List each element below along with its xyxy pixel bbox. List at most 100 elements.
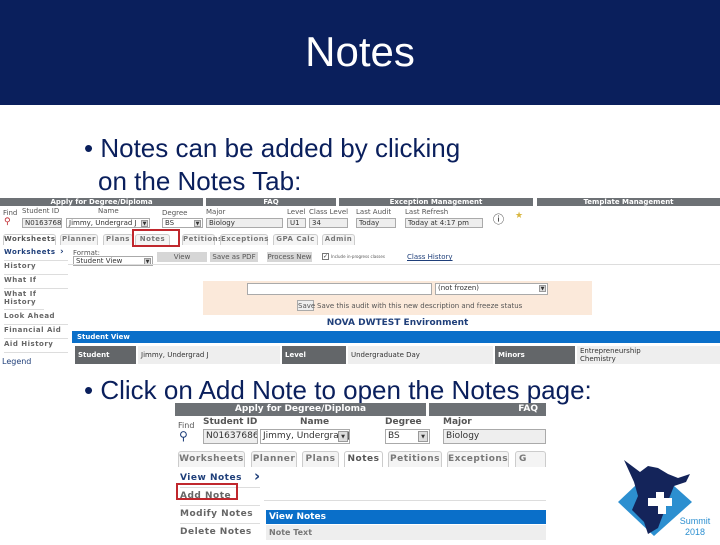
freeze-value: (not frozen) (438, 284, 480, 292)
student-id-input[interactable]: N01637686 (22, 218, 62, 228)
include-label: Include in-progress classes (331, 254, 385, 259)
logo-text-year: 2018 (684, 527, 706, 537)
tab-plans[interactable]: Plans (302, 451, 339, 467)
chevron-down-icon: ▼ (194, 220, 201, 227)
level-label: Level (287, 208, 306, 216)
student-view-bar: Student View (72, 331, 720, 343)
last-audit-field: Today (356, 218, 396, 228)
add-note-highlight (176, 483, 238, 500)
exception-management-bar[interactable]: Exception Management (339, 198, 533, 206)
template-management-bar[interactable]: Template Management (537, 198, 720, 206)
last-refresh-field: Today at 4:17 pm (405, 218, 483, 228)
name-label: Name (98, 207, 119, 215)
faq-bar[interactable]: FAQ (429, 403, 546, 416)
tab-exceptions[interactable]: Exceptions (220, 234, 268, 245)
level-field: U1 (287, 218, 306, 228)
tab-worksheets[interactable]: Worksheets (3, 234, 56, 245)
bullet-1-line-2: on the Notes Tab: (98, 166, 302, 196)
nav-financial-aid[interactable]: Financial Aid (4, 326, 68, 339)
tab-notes[interactable]: Notes (344, 451, 383, 467)
audit-description-input[interactable] (247, 283, 432, 295)
bullet-2: • Click on Add Note to open the Notes pa… (84, 375, 592, 405)
degree-value: BS (388, 431, 400, 441)
student-id-label: Student ID (22, 207, 60, 215)
view-notes-bar: View Notes (266, 510, 546, 524)
major-field: Biology (443, 429, 546, 444)
class-level-field: 34 (309, 218, 348, 228)
tab-admin[interactable]: Admin (322, 234, 355, 245)
name-select[interactable]: Jimmy, Undergrad J ▼ (66, 218, 150, 228)
tab-planner[interactable]: Planner (251, 451, 297, 467)
summit-2018-logo: Summit 2018 (618, 456, 718, 540)
tab-petitions[interactable]: Petitions (182, 234, 222, 245)
find-icon[interactable]: ⚲ (4, 217, 11, 227)
apply-degree-bar[interactable]: Apply for Degree/Diploma (175, 403, 426, 416)
degree-label: Degree (162, 209, 188, 217)
degree-select[interactable]: BS ▼ (385, 429, 430, 444)
find-label: Find (3, 209, 18, 217)
tab-gpa-calc[interactable]: GPA Calc (273, 234, 318, 245)
major-label: Major (206, 208, 226, 216)
degree-value: BS (165, 219, 175, 227)
save-as-pdf-button[interactable]: Save as PDF (210, 252, 258, 262)
process-new-button[interactable]: Process New (267, 252, 312, 262)
chevron-down-icon: ▼ (418, 431, 428, 442)
student-id-input[interactable]: N01637686 (203, 429, 258, 444)
tab-petitions[interactable]: Petitions (388, 451, 442, 467)
minor-1: Entrepreneurship (580, 347, 641, 355)
nav-worksheets[interactable]: Worksheets (4, 248, 68, 261)
find-icon[interactable]: ⚲ (179, 429, 188, 443)
level-value: Undergraduate Day (348, 346, 493, 364)
slide-title: Notes (305, 28, 415, 75)
legend-link[interactable]: Legend (2, 357, 31, 367)
student-id-label: Student ID (203, 417, 258, 427)
chevron-right-icon: › (254, 467, 261, 485)
minors-header: Minors (495, 346, 575, 364)
last-refresh-label: Last Refresh (405, 208, 449, 216)
faq-bar[interactable]: FAQ (206, 198, 336, 206)
class-history-link[interactable]: Class History (407, 253, 453, 261)
degree-select[interactable]: BS ▼ (162, 218, 203, 228)
chevron-down-icon: ▼ (539, 285, 546, 292)
nav-history[interactable]: History (4, 262, 68, 275)
divider (68, 264, 720, 265)
environment-label: NOVA DWTEST Environment (326, 318, 469, 328)
logo-text-summit: Summit (679, 516, 711, 526)
tab-planner[interactable]: Planner (60, 234, 98, 245)
chevron-right-icon: › (60, 247, 64, 257)
class-level-label: Class Level (309, 208, 349, 216)
include-checkbox[interactable]: ✓ (322, 253, 329, 260)
name-value: Jimmy, Undergrad J (69, 219, 137, 227)
degreeworks-screenshot-1: Apply for Degree/Diploma FAQ Exception M… (0, 196, 720, 370)
nav-aid-history[interactable]: Aid History (4, 340, 68, 353)
note-text-header: Note Text (266, 525, 546, 540)
nav-look-ahead[interactable]: Look Ahead (4, 312, 68, 325)
bullet-1-line-1: • Notes can be added by clicking (84, 133, 461, 163)
freeze-select[interactable]: (not frozen) ▼ (435, 283, 548, 295)
name-label: Name (300, 417, 330, 427)
major-label: Major (443, 417, 472, 427)
notes-tab-highlight (132, 229, 180, 247)
name-select[interactable]: Jimmy, Undergrad J ▼ (260, 429, 350, 444)
chevron-down-icon: ▼ (338, 431, 348, 442)
student-header: Student (75, 346, 136, 364)
nav-what-if[interactable]: What If (4, 276, 68, 289)
star-folder-icon[interactable]: ★ (515, 211, 523, 221)
minor-2: Chemistry (580, 355, 616, 363)
nav-modify-notes[interactable]: Modify Notes (180, 507, 260, 524)
help-icon[interactable]: ⓘ (493, 211, 504, 227)
tab-gpa-calc[interactable]: G (515, 451, 546, 467)
student-value: Jimmy, Undergrad J (138, 346, 280, 364)
divider (264, 500, 546, 501)
nav-delete-notes[interactable]: Delete Notes (180, 525, 260, 540)
degree-label: Degree (385, 417, 422, 427)
tab-plans[interactable]: Plans (103, 234, 133, 245)
tab-worksheets[interactable]: Worksheets (178, 451, 245, 467)
save-button[interactable]: Save (297, 300, 315, 311)
apply-degree-bar[interactable]: Apply for Degree/Diploma (0, 198, 203, 206)
nav-what-if-history[interactable]: What If History (4, 290, 44, 310)
view-button[interactable]: View (157, 252, 207, 262)
save-description: Save this audit with this new descriptio… (317, 302, 523, 310)
name-value: Jimmy, Undergrad J (263, 431, 350, 441)
tab-exceptions[interactable]: Exceptions (447, 451, 509, 467)
